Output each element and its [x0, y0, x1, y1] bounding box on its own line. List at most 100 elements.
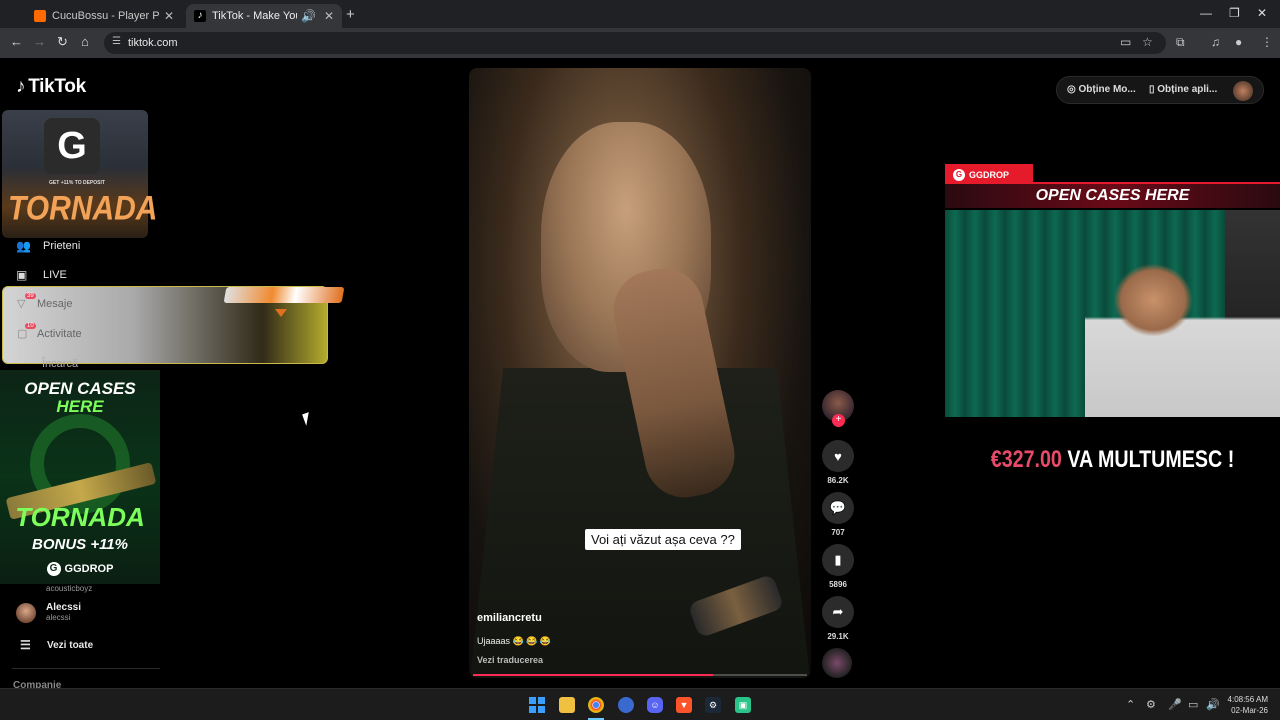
see-all-button[interactable]: ☰ Vezi toate: [16, 638, 93, 652]
promo-small-text: GET +11% TO DEPOSIT: [49, 180, 105, 186]
ggdrop-logo-icon: G: [44, 118, 100, 174]
steam-icon[interactable]: ⚙: [705, 697, 721, 713]
audio-playing-icon[interactable]: 🔊: [301, 9, 316, 23]
video-caption: Voi ați văzut așa ceva ??: [585, 529, 741, 550]
media-control-icon[interactable]: ♫: [1211, 35, 1220, 49]
windows-start-icon[interactable]: [529, 697, 545, 713]
get-app-button[interactable]: ▯ Obține apli...: [1149, 84, 1217, 95]
avatar[interactable]: [1233, 81, 1253, 101]
chrome-icon[interactable]: [588, 697, 604, 713]
address-bar[interactable]: ☰ tiktok.com: [104, 32, 1166, 54]
brave-icon[interactable]: ▼: [676, 697, 692, 713]
promo-title: TORNADA: [15, 502, 145, 532]
volume-icon[interactable]: 🔊: [1206, 698, 1220, 711]
tab-faceit-profile[interactable]: CucuBossu - Player Profile - FAC ✕: [26, 4, 182, 28]
windows-taskbar: ☺ ▼ ⚙ ▣ ⌃ ⚙ 🎤 ▭ 🔊 4:08:56 AM 02-Mar-26: [0, 688, 1280, 720]
live-icon: ▣: [16, 268, 28, 282]
heart-icon: ♥: [834, 448, 842, 464]
microphone-icon[interactable]: 🎤: [1168, 698, 1182, 711]
sidebar-item-activity[interactable]: ▢ 10 Activitate: [17, 323, 82, 340]
see-translation-link[interactable]: Vezi traducerea: [477, 655, 543, 665]
comment-button[interactable]: 💬: [822, 492, 854, 524]
system-clock[interactable]: 4:08:56 AM 02-Mar-26: [1226, 694, 1268, 716]
sidebar-item-label: Prieteni: [43, 240, 81, 252]
video-description: Ujaaaas 😂 😂 😂: [477, 636, 552, 646]
promo-bonus: BONUS +11%: [31, 536, 128, 553]
tab-label: TikTok - Make Your Day: [212, 10, 297, 22]
music-disc-icon[interactable]: [822, 648, 852, 678]
messages-badge: 39: [25, 293, 36, 299]
app-icon[interactable]: [618, 697, 634, 713]
sidebar-item-live[interactable]: ▣ LIVE: [16, 268, 67, 282]
video-progress-fill: [473, 674, 714, 676]
comment-count: 707: [831, 528, 845, 537]
follow-plus-icon[interactable]: +: [832, 414, 845, 427]
marker-graphic: [275, 309, 287, 317]
tiktok-note-icon: ♪: [16, 76, 26, 97]
restore-button[interactable]: ❐: [1229, 6, 1240, 20]
video-player[interactable]: Voi ați văzut așa ceva ?? emiliancretu U…: [469, 68, 811, 678]
clock-date: 02-Mar-26: [1231, 706, 1268, 715]
forward-icon[interactable]: →: [33, 34, 46, 49]
following-account-handle[interactable]: acousticboyz: [46, 584, 92, 593]
rifle-skin-graphic: [223, 287, 345, 303]
reload-icon[interactable]: ↻: [57, 34, 68, 50]
footer-link-company[interactable]: Companie: [13, 680, 61, 688]
faceit-favicon-icon: [34, 10, 46, 22]
comment-icon: 💬: [829, 500, 847, 515]
sidebar-item-messages[interactable]: ▽ 39 Mesaje: [17, 293, 72, 310]
sidebar-item-friends[interactable]: 👥 Prieteni: [16, 239, 80, 253]
share-button[interactable]: ➦: [822, 596, 854, 628]
sidebar-item-upload[interactable]: Încarcă: [42, 358, 78, 370]
save-button[interactable]: ▮: [822, 544, 854, 576]
like-button[interactable]: ♥: [822, 440, 854, 472]
promo-line2: HERE: [56, 397, 104, 416]
list-icon: ☰: [20, 638, 31, 652]
browser-toolbar: ← → ↻ ⌂ ☰ tiktok.com ▭ ☆ ⧉ ♫ ● ⋮: [0, 28, 1280, 58]
file-explorer-icon[interactable]: [559, 697, 575, 713]
donation-message: VA MULTUMESC !: [1067, 446, 1235, 473]
profile-icon[interactable]: ●: [1235, 35, 1242, 49]
tab-tiktok[interactable]: ♪ TikTok - Make Your Day 🔊 ✕: [186, 4, 342, 28]
clock-time: 4:08:56 AM: [1227, 695, 1268, 704]
share-count: 29.1K: [827, 632, 849, 641]
activity-icon: ▢ 10: [17, 323, 36, 340]
donation-alert: €327.00 VA MULTUMESC !: [975, 446, 1250, 474]
save-count: 5896: [829, 580, 847, 589]
close-tab-icon[interactable]: ✕: [324, 9, 334, 23]
extensions-icon[interactable]: ⧉: [1176, 35, 1185, 50]
url-text: tiktok.com: [128, 37, 178, 49]
video-progress-bar[interactable]: [473, 674, 807, 676]
open-cases-banner: OPEN CASES HERE: [945, 182, 1280, 208]
menu-icon[interactable]: ⋮: [1261, 35, 1273, 49]
steam-tray-icon[interactable]: ⚙: [1146, 698, 1156, 711]
promo-brand: G GGDROP: [0, 562, 160, 576]
network-icon[interactable]: ▭: [1188, 698, 1198, 711]
discord-icon[interactable]: ☺: [647, 697, 663, 713]
tray-expand-icon[interactable]: ⌃: [1126, 698, 1135, 711]
get-coins-button[interactable]: ◎ Obține Mo...: [1067, 84, 1136, 95]
close-window-button[interactable]: ✕: [1257, 6, 1267, 20]
sidebar-divider: [12, 668, 160, 669]
ggdrop-promo-overlay: G GET +11% TO DEPOSIT TORNADA: [2, 110, 157, 238]
star-icon[interactable]: ☆: [1142, 35, 1153, 49]
app-icon[interactable]: ▣: [735, 697, 751, 713]
tiktok-logo[interactable]: ♪ TikTok: [16, 76, 86, 98]
site-info-icon[interactable]: ☰: [112, 36, 121, 47]
tiktok-favicon-icon: ♪: [194, 10, 206, 22]
close-tab-icon[interactable]: ✕: [164, 9, 174, 23]
tab-label: CucuBossu - Player Profile - FAC: [52, 10, 160, 22]
following-account[interactable]: Alecssi alecssi: [16, 602, 81, 623]
donation-amount: €327.00: [990, 446, 1062, 473]
back-icon[interactable]: ←: [10, 34, 23, 49]
new-tab-button[interactable]: +: [346, 6, 355, 23]
streamer-graphic: [1085, 250, 1280, 417]
minimize-button[interactable]: —: [1200, 6, 1212, 20]
cast-icon[interactable]: ▭: [1120, 35, 1131, 49]
home-icon[interactable]: ⌂: [81, 34, 89, 49]
ggdrop-bonus-overlay: OPEN CASES HERE TORNADA BONUS +11% G GGDR…: [0, 370, 160, 584]
activity-badge: 10: [25, 323, 36, 329]
video-author[interactable]: emiliancretu: [477, 612, 542, 624]
messages-icon: ▽ 39: [17, 293, 36, 310]
ggdrop-logo-icon: G: [953, 168, 965, 181]
